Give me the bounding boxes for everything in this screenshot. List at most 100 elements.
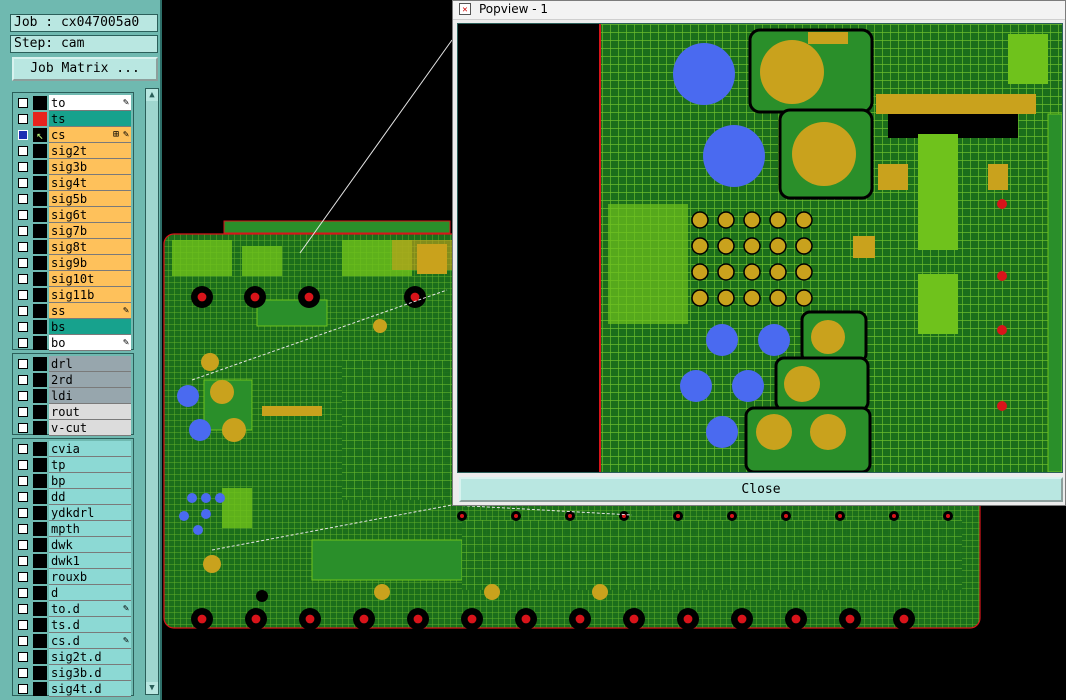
layer-row-bp[interactable]: bp bbox=[13, 473, 133, 489]
layer-display-swatch[interactable] bbox=[33, 554, 47, 568]
layer-display-swatch[interactable] bbox=[33, 160, 47, 174]
layer-row-to.d[interactable]: to.d ✎ bbox=[13, 601, 133, 617]
layer-row-rout[interactable]: rout bbox=[13, 404, 133, 420]
layer-name-label[interactable]: sig4t.d bbox=[49, 681, 131, 697]
layer-name-label[interactable]: sig8t bbox=[49, 239, 131, 255]
layer-checkbox[interactable] bbox=[18, 684, 28, 694]
layer-display-swatch[interactable] bbox=[33, 224, 47, 238]
layer-checkbox[interactable] bbox=[18, 114, 28, 124]
layer-row-sig7b[interactable]: sig7b bbox=[13, 223, 133, 239]
layer-name-label[interactable]: ts bbox=[49, 111, 131, 127]
layer-checkbox[interactable] bbox=[18, 274, 28, 284]
layer-display-swatch[interactable] bbox=[33, 506, 47, 520]
layer-display-swatch[interactable] bbox=[33, 458, 47, 472]
layer-row-tp[interactable]: tp bbox=[13, 457, 133, 473]
layer-name-label[interactable]: to ✎ bbox=[49, 95, 131, 111]
layer-row-rouxb[interactable]: rouxb bbox=[13, 569, 133, 585]
layer-row-2rd[interactable]: 2rd bbox=[13, 372, 133, 388]
layer-name-label[interactable]: sig3b.d bbox=[49, 665, 131, 681]
layer-row-sig3b.d[interactable]: sig3b.d bbox=[13, 665, 133, 681]
layer-name-label[interactable]: ss ✎ bbox=[49, 303, 131, 319]
layer-display-swatch[interactable] bbox=[33, 421, 47, 435]
layer-checkbox[interactable] bbox=[18, 556, 28, 566]
layer-row-sig3b[interactable]: sig3b bbox=[13, 159, 133, 175]
layer-checkbox[interactable] bbox=[18, 210, 28, 220]
layer-name-label[interactable]: sig7b bbox=[49, 223, 131, 239]
layer-checkbox[interactable] bbox=[18, 391, 28, 401]
layer-row-ydkdrl[interactable]: ydkdrl bbox=[13, 505, 133, 521]
layer-name-label[interactable]: rout bbox=[49, 404, 131, 420]
layer-name-label[interactable]: dwk bbox=[49, 537, 131, 553]
layer-checkbox[interactable] bbox=[18, 476, 28, 486]
layer-checkbox[interactable] bbox=[18, 572, 28, 582]
layer-display-swatch[interactable] bbox=[33, 192, 47, 206]
layer-checkbox[interactable] bbox=[18, 258, 28, 268]
layer-name-label[interactable]: tp bbox=[49, 457, 131, 473]
layer-checkbox[interactable] bbox=[18, 146, 28, 156]
layer-row-ldi[interactable]: ldi bbox=[13, 388, 133, 404]
layer-display-swatch[interactable] bbox=[33, 112, 47, 126]
layer-list-scrollbar[interactable]: ▲ ▼ bbox=[145, 88, 159, 695]
layer-row-dwk1[interactable]: dwk1 bbox=[13, 553, 133, 569]
layer-display-swatch[interactable] bbox=[33, 490, 47, 504]
scroll-down-icon[interactable]: ▼ bbox=[146, 682, 158, 694]
layer-name-label[interactable]: dwk1 bbox=[49, 553, 131, 569]
layer-name-label[interactable]: sig11b bbox=[49, 287, 131, 303]
layer-name-label[interactable]: bs bbox=[49, 319, 131, 335]
layer-name-label[interactable]: sig5b bbox=[49, 191, 131, 207]
work-layer-arrow-icon[interactable]: ↖ bbox=[33, 128, 47, 142]
layer-name-label[interactable]: bp bbox=[49, 473, 131, 489]
layer-checkbox[interactable] bbox=[18, 508, 28, 518]
layer-display-swatch[interactable] bbox=[33, 336, 47, 350]
layer-name-label[interactable]: cs ✎ ⊞ bbox=[49, 127, 131, 143]
layer-name-label[interactable]: dd bbox=[49, 489, 131, 505]
layer-name-label[interactable]: sig4t bbox=[49, 175, 131, 191]
layer-name-label[interactable]: cvia bbox=[49, 441, 131, 457]
layer-row-sig4t[interactable]: sig4t bbox=[13, 175, 133, 191]
layer-display-swatch[interactable] bbox=[33, 240, 47, 254]
layer-row-sig6t[interactable]: sig6t bbox=[13, 207, 133, 223]
layer-display-swatch[interactable] bbox=[33, 405, 47, 419]
layer-checkbox[interactable] bbox=[18, 338, 28, 348]
layer-display-swatch[interactable] bbox=[33, 522, 47, 536]
layer-checkbox[interactable] bbox=[18, 460, 28, 470]
layer-checkbox[interactable] bbox=[18, 636, 28, 646]
layer-name-label[interactable]: sig10t bbox=[49, 271, 131, 287]
layer-checkbox[interactable] bbox=[18, 444, 28, 454]
layer-row-bo[interactable]: bo ✎ bbox=[13, 335, 133, 351]
layer-row-cvia[interactable]: cvia bbox=[13, 441, 133, 457]
layer-row-cs.d[interactable]: cs.d ✎ bbox=[13, 633, 133, 649]
layer-name-label[interactable]: cs.d ✎ bbox=[49, 633, 131, 649]
layer-checkbox[interactable] bbox=[18, 306, 28, 316]
layer-display-swatch[interactable] bbox=[33, 208, 47, 222]
layer-checkbox[interactable] bbox=[18, 423, 28, 433]
layer-row-mpth[interactable]: mpth bbox=[13, 521, 133, 537]
layer-row-sig5b[interactable]: sig5b bbox=[13, 191, 133, 207]
close-button[interactable]: Close bbox=[459, 477, 1063, 502]
layer-checkbox[interactable] bbox=[18, 178, 28, 188]
layer-display-swatch[interactable] bbox=[33, 272, 47, 286]
layer-checkbox[interactable] bbox=[18, 492, 28, 502]
layer-display-swatch[interactable] bbox=[33, 650, 47, 664]
layer-name-label[interactable]: ts.d bbox=[49, 617, 131, 633]
layer-checkbox[interactable] bbox=[18, 540, 28, 550]
layer-checkbox[interactable] bbox=[18, 407, 28, 417]
layer-display-swatch[interactable] bbox=[33, 570, 47, 584]
layer-display-swatch[interactable] bbox=[33, 357, 47, 371]
layer-row-sig2t[interactable]: sig2t bbox=[13, 143, 133, 159]
layer-name-label[interactable]: ldi bbox=[49, 388, 131, 404]
job-matrix-button[interactable]: Job Matrix ... bbox=[12, 57, 158, 81]
layer-display-swatch[interactable] bbox=[33, 618, 47, 632]
popview-canvas[interactable] bbox=[458, 24, 1062, 472]
layer-row-sig11b[interactable]: sig11b bbox=[13, 287, 133, 303]
layer-checkbox[interactable] bbox=[18, 226, 28, 236]
layer-row-dwk[interactable]: dwk bbox=[13, 537, 133, 553]
layer-row-d[interactable]: d bbox=[13, 585, 133, 601]
layer-name-label[interactable]: sig2t.d bbox=[49, 649, 131, 665]
layer-checkbox[interactable] bbox=[18, 290, 28, 300]
layer-name-label[interactable]: ydkdrl bbox=[49, 505, 131, 521]
layer-row-sig2t.d[interactable]: sig2t.d bbox=[13, 649, 133, 665]
layer-display-swatch[interactable] bbox=[33, 389, 47, 403]
layer-name-label[interactable]: d bbox=[49, 585, 131, 601]
layer-checkbox[interactable] bbox=[18, 588, 28, 598]
